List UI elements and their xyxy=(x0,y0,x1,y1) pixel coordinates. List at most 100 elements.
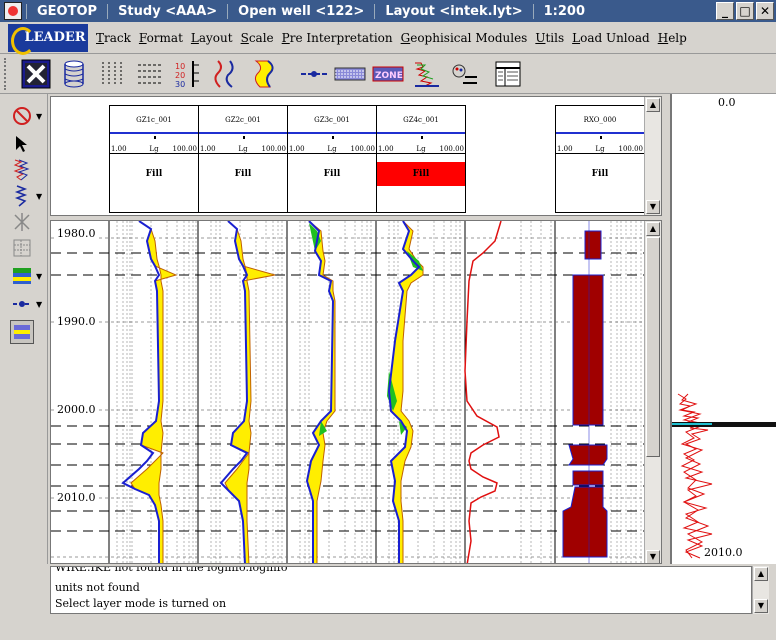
scroll-down-arrow-icon[interactable]: ▼ xyxy=(646,550,660,563)
track-scale: 1.00 Lg 100.00 xyxy=(110,132,198,154)
message-line: Select layer mode is turned on xyxy=(55,597,227,610)
header-scrollbar[interactable]: ▲ ▼ xyxy=(644,97,661,215)
log-plot xyxy=(51,221,646,563)
scale-20: 20 xyxy=(175,71,185,80)
table-icon[interactable] xyxy=(492,58,524,90)
layer-stack-icon[interactable] xyxy=(10,264,34,288)
track-name: GZ1c_001 xyxy=(136,116,172,124)
menu-label: ayout xyxy=(198,30,233,45)
curve-icon[interactable] xyxy=(210,58,242,90)
paint-icon[interactable] xyxy=(448,58,480,90)
message-line: WIRE.IKE not found in the loginfo.loginf… xyxy=(55,566,288,574)
scale-type: Lg xyxy=(595,145,605,153)
menu-help[interactable]: Help xyxy=(658,31,687,45)
menu-utils[interactable]: Utils xyxy=(535,31,564,45)
message-log: WIRE.IKE not found in the loginfo.loginf… xyxy=(50,566,752,614)
dropdown-arrow-icon[interactable]: ▼ xyxy=(36,112,44,121)
depth-label-1990: 1990.0 xyxy=(57,315,96,328)
layout-title: Layout <intek.lyt> xyxy=(374,3,532,19)
menu-load-unload[interactable]: Load Unload xyxy=(572,31,650,45)
track-header-gz3[interactable]: GZ3c_001 1.00 Lg 100.00 Fill xyxy=(287,105,377,213)
menu-mnemonic: P xyxy=(281,30,290,45)
menu-label: elp xyxy=(668,30,687,45)
depth-scale-icon[interactable]: 10 20 30 xyxy=(172,58,204,90)
fill-curve-icon[interactable] xyxy=(248,58,280,90)
pattern-icon[interactable] xyxy=(334,58,366,90)
zone-icon[interactable]: ZONE xyxy=(372,58,404,90)
branch-icon[interactable] xyxy=(10,210,34,234)
scale-type: Lg xyxy=(238,145,248,153)
dropdown-arrow-icon[interactable]: ▼ xyxy=(36,300,44,309)
menu-format[interactable]: Format xyxy=(139,31,183,45)
scale-30: 30 xyxy=(175,80,185,89)
scroll-up-arrow-icon[interactable]: ▲ xyxy=(754,567,768,581)
menu-mnemonic: F xyxy=(138,30,147,45)
vertical-lines-icon[interactable] xyxy=(96,58,128,90)
toolbar-grip[interactable] xyxy=(4,58,8,90)
maximize-button[interactable]: □ xyxy=(736,2,754,20)
pointer-arrow-icon[interactable] xyxy=(10,132,34,156)
spectrum-icon[interactable] xyxy=(410,58,442,90)
scroll-up-arrow-icon[interactable]: ▲ xyxy=(646,98,660,112)
menu-label: ormat xyxy=(146,30,183,45)
app-icon[interactable] xyxy=(4,2,22,20)
line-marker-icon[interactable] xyxy=(298,58,330,90)
track-header-gz1[interactable]: GZ1c_001 1.00 Lg 100.00 Fill xyxy=(109,105,199,213)
menu-pre-interpretation[interactable]: Pre Interpretation xyxy=(282,31,393,45)
overview-panel[interactable]: 0.0 2010.0 xyxy=(670,94,776,564)
message-line: units not found xyxy=(55,581,140,594)
fill-label[interactable]: Fill xyxy=(199,162,287,186)
wave-curve-icon[interactable] xyxy=(10,158,34,182)
track-header-gz4[interactable]: GZ4c_001 1.00 Lg 100.00 Fill xyxy=(376,105,466,213)
track-scale: 1.00 Lg 100.00 xyxy=(288,132,376,154)
menu-track[interactable]: Track xyxy=(96,31,131,45)
minimize-button[interactable]: _ xyxy=(716,2,734,20)
scroll-down-arrow-icon[interactable]: ▼ xyxy=(754,599,768,613)
well-title: Open well <122> xyxy=(227,3,374,19)
scale-10: 10 xyxy=(175,62,185,71)
menu-bar: LEADER Track Format Layout Scale Pre Int… xyxy=(0,22,776,55)
dropdown-arrow-icon[interactable]: ▼ xyxy=(36,272,44,281)
dropdown-arrow-icon[interactable]: ▼ xyxy=(36,192,44,201)
track-name: GZ2c_001 xyxy=(225,116,261,124)
track-name: GZ3c_001 xyxy=(314,116,350,124)
close-button[interactable]: ✕ xyxy=(756,2,774,20)
scroll-thumb[interactable] xyxy=(646,237,660,457)
track-scale: 1.00 Lg 100.00 xyxy=(377,132,465,154)
menu-scale[interactable]: Scale xyxy=(241,31,274,45)
log-display-panel[interactable]: 1980.0 1990.0 2000.0 2010.0 ▲ ▼ xyxy=(50,220,662,564)
fill-label[interactable]: Fill xyxy=(556,162,644,186)
depth-label-2010: 2010.0 xyxy=(57,491,96,504)
fill-label-highlighted[interactable]: Fill xyxy=(377,162,465,186)
overview-bottom-depth: 2010.0 xyxy=(704,546,743,559)
marker-line-icon[interactable] xyxy=(10,292,34,316)
grid-icon[interactable] xyxy=(10,236,34,260)
scale-title: 1:200 xyxy=(532,3,595,19)
menu-geophisical-modules[interactable]: Geophisical Modules xyxy=(401,31,528,45)
menu-mnemonic: S xyxy=(240,30,249,45)
scale-max: 100.00 xyxy=(439,145,465,153)
fill-label[interactable]: Fill xyxy=(288,162,376,186)
menu-layout[interactable]: Layout xyxy=(191,31,233,45)
track-header-panel: GZ1c_001 1.00 Lg 100.00 Fill GZ2c_001 1.00… xyxy=(50,96,662,216)
track-header-gz2[interactable]: GZ2c_001 1.00 Lg 100.00 Fill xyxy=(198,105,288,213)
scroll-up-arrow-icon[interactable]: ▲ xyxy=(646,222,660,236)
scale-max: 100.00 xyxy=(172,145,198,153)
scroll-down-arrow-icon[interactable]: ▼ xyxy=(646,200,660,214)
menu-label: cale xyxy=(248,30,274,45)
no-entry-icon[interactable] xyxy=(10,104,34,128)
track-header-rxo[interactable]: RXO_000 1.00 Lg 100.00 Fill xyxy=(555,105,645,213)
leader-logo: LEADER xyxy=(8,23,88,55)
message-scrollbar[interactable]: ▲ ▼ xyxy=(752,566,769,614)
wave-select-icon[interactable] xyxy=(10,184,34,208)
close-track-icon[interactable] xyxy=(20,58,52,90)
cylinder-icon[interactable] xyxy=(58,58,90,90)
scale-min: 1.00 xyxy=(200,145,216,153)
scale-type: Lg xyxy=(416,145,426,153)
scale-max: 100.00 xyxy=(618,145,644,153)
log-scrollbar[interactable]: ▲ ▼ xyxy=(644,221,661,563)
depth-label-2000: 2000.0 xyxy=(57,403,96,416)
horizontal-lines-icon[interactable] xyxy=(134,58,166,90)
select-layer-icon[interactable] xyxy=(10,320,34,344)
fill-label[interactable]: Fill xyxy=(110,162,198,186)
